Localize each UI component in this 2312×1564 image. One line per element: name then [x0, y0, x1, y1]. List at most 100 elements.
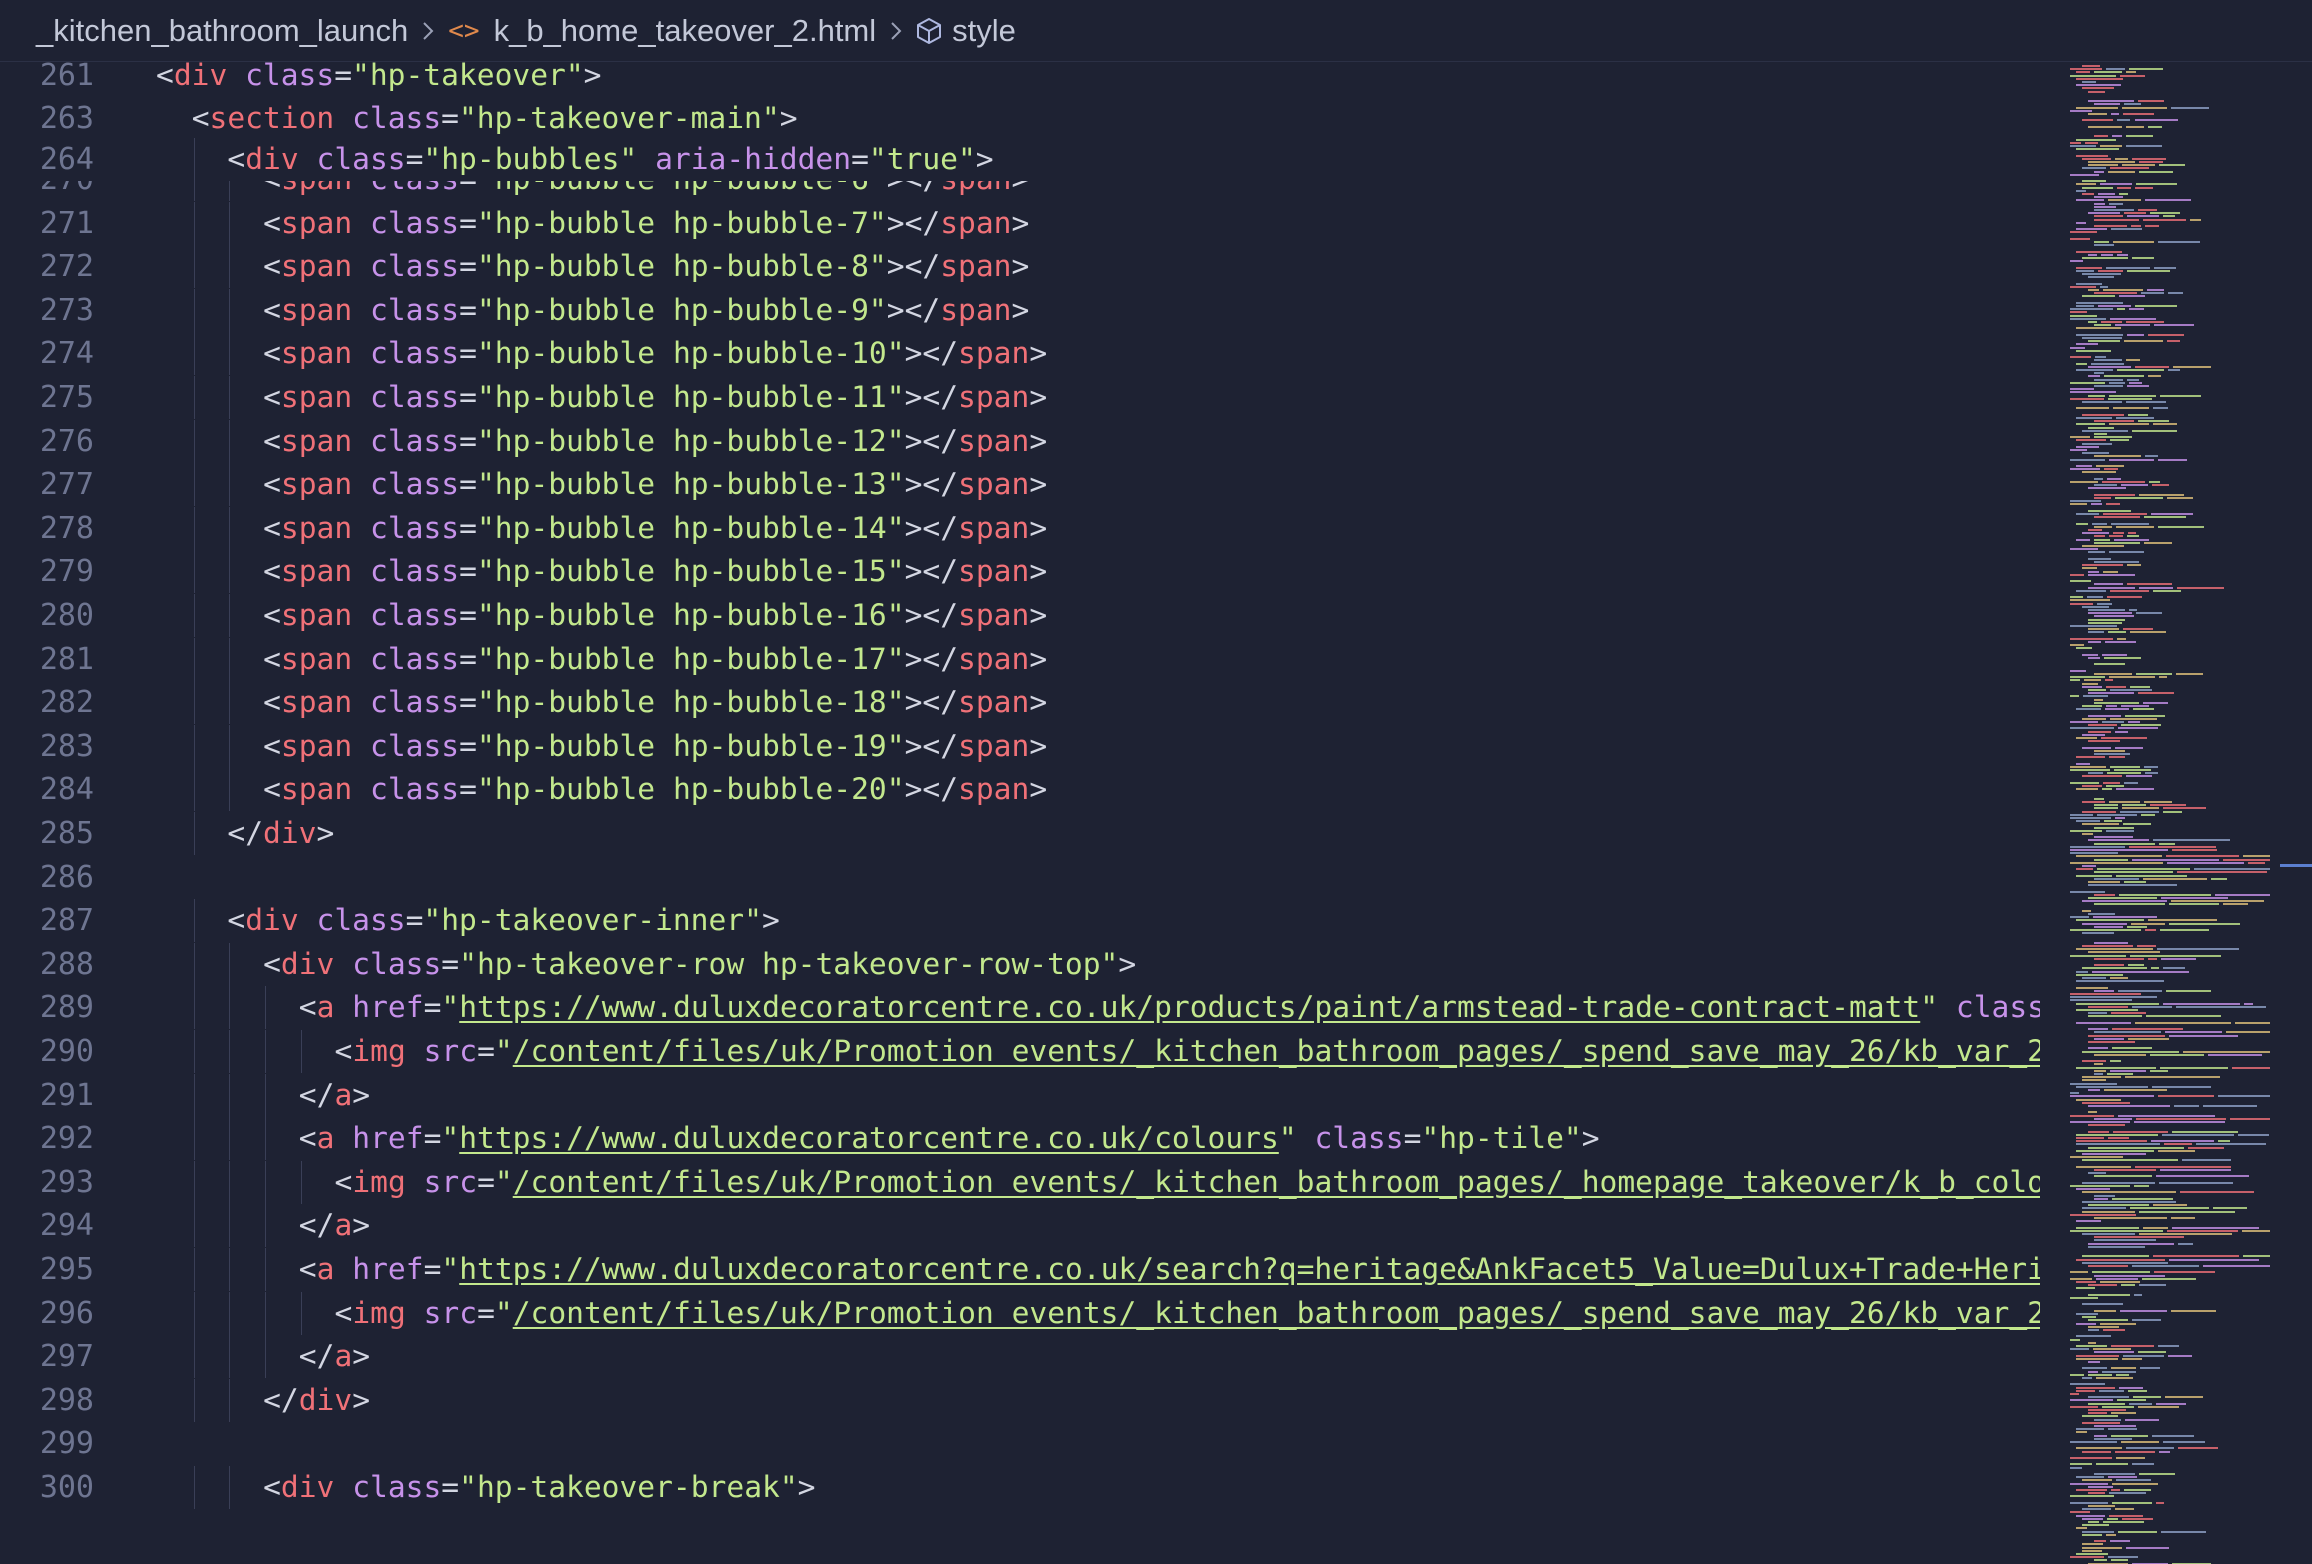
- minimap-line: [2094, 925, 2124, 928]
- token-url[interactable]: https://www.duluxdecoratorcentre.co.uk/c…: [459, 1121, 1279, 1155]
- sticky-scroll-line[interactable]: 263 <section class="hp-takeover-main">: [0, 97, 2040, 140]
- token-pun: <: [191, 101, 210, 135]
- code-line[interactable]: 271 <span class="hp-bubble hp-bubble-7"><…: [0, 201, 2040, 245]
- minimap-line: [2108, 1137, 2130, 1139]
- breadcrumb-folder[interactable]: _kitchen_bathroom_launch: [36, 13, 408, 49]
- code-line[interactable]: 281 <span class="hp-bubble hp-bubble-17">…: [0, 637, 2040, 681]
- code-line[interactable]: 287 <div class="hp-takeover-inner">: [0, 899, 2040, 943]
- code-line[interactable]: 285 </div>: [0, 812, 2040, 855]
- code-line[interactable]: 299: [0, 1422, 2040, 1465]
- minimap-line: [2088, 586, 2135, 589]
- sticky-scroll-line[interactable]: 261 <div class="hp-takeover">: [0, 62, 2040, 97]
- minimap-line: [2094, 893, 2116, 896]
- minimap-line: [2070, 1463, 2092, 1466]
- code-line[interactable]: 272 <span class="hp-bubble hp-bubble-8"><…: [0, 245, 2040, 289]
- code-line[interactable]: 274 <span class="hp-bubble hp-bubble-10">…: [0, 332, 2040, 376]
- token-url[interactable]: /content/files/uk/Promotion events/_kitc…: [513, 1034, 2040, 1068]
- scroll-position-marker[interactable]: [2280, 864, 2312, 867]
- minimap-line: [2076, 1553, 2108, 1555]
- token-pun: <: [263, 554, 281, 589]
- code-line[interactable]: 288 <div class="hp-takeover-row hp-takeov…: [0, 942, 2040, 986]
- minimap-line: [2131, 429, 2177, 432]
- token-url[interactable]: https://www.duluxdecoratorcentre.co.uk/p…: [459, 990, 1920, 1024]
- token-pun: >: [904, 598, 923, 632]
- code-line[interactable]: 292 <a href="https://www.duluxdecoratorce…: [0, 1117, 2040, 1161]
- minimap-line: [2094, 807, 2119, 810]
- token-url[interactable]: /content/files/uk/Promotion events/_kitc…: [513, 1296, 2040, 1330]
- minimap-line: [2158, 1450, 2171, 1453]
- minimap-line: [2112, 1028, 2184, 1031]
- minimap-line: [2070, 1393, 2080, 1395]
- minimap-line: [2094, 1473, 2135, 1475]
- token-pun: <: [263, 249, 281, 284]
- minimap-line: [2108, 394, 2156, 397]
- line-number: 284: [39, 772, 94, 808]
- minimap-line: [2106, 685, 2127, 688]
- token-url[interactable]: https://www.duluxdecoratorcentre.co.uk/s…: [459, 1252, 2040, 1286]
- code-line[interactable]: 294 </a>: [0, 1204, 2040, 1248]
- code-area[interactable]: 269<span class="hp-bubble hp-bubble-5"><…: [0, 62, 2040, 1564]
- code-line[interactable]: 291 </a>: [0, 1073, 2040, 1117]
- minimap-line: [2108, 676, 2156, 679]
- minimap-line: [2118, 1530, 2157, 1533]
- minimap-line: [2152, 1085, 2211, 1088]
- code-line[interactable]: 282 <span class="hp-bubble hp-bubble-18">…: [0, 681, 2040, 725]
- code-line[interactable]: 290 <img src="/content/files/uk/Promotion…: [0, 1030, 2040, 1073]
- minimap-line: [2088, 881, 2120, 883]
- minimap-line: [2124, 714, 2165, 717]
- line-number: 289: [39, 990, 94, 1026]
- code-line[interactable]: 300 <div class="hp-takeover-break">: [0, 1466, 2040, 1509]
- minimap-line: [2088, 1172, 2107, 1175]
- code-line[interactable]: 293 <img src="/content/files/uk/Promotion…: [0, 1160, 2040, 1204]
- minimap-line: [2076, 1431, 2088, 1434]
- code-line[interactable]: 277 <span class="hp-bubble hp-bubble-13">…: [0, 463, 2040, 507]
- code-line[interactable]: 278 <span class="hp-bubble hp-bubble-14">…: [0, 506, 2040, 550]
- code-line[interactable]: 279 <span class="hp-bubble hp-bubble-15">…: [0, 550, 2040, 594]
- code-line[interactable]: 295 <a href="https://www.duluxdecoratorce…: [0, 1248, 2040, 1291]
- code-line[interactable]: 289 <a href="https://www.duluxdecoratorce…: [0, 986, 2040, 1030]
- minimap-line: [2230, 1117, 2270, 1120]
- code-line[interactable]: 296 <img src="/content/files/uk/Promotion…: [0, 1291, 2040, 1335]
- minimap-line: [2111, 135, 2122, 138]
- token-pun: <: [263, 1470, 281, 1504]
- breadcrumb-file[interactable]: k_b_home_takeover_2.html: [494, 13, 877, 49]
- token-pun: >: [779, 101, 798, 135]
- sticky-scroll-line[interactable]: 264 <div class="hp-bubbles" aria-hidden="…: [0, 138, 2040, 181]
- minimap-line: [2070, 1495, 2114, 1498]
- code-line[interactable]: 286: [0, 856, 2040, 899]
- minimap-line: [2105, 679, 2114, 682]
- minimap-line: [2121, 1517, 2153, 1520]
- minimap-line: [2076, 343, 2099, 346]
- minimap-line: [2157, 948, 2240, 951]
- code-line[interactable]: 298 </div>: [0, 1378, 2040, 1422]
- code-editor[interactable]: _kitchen_bathroom_launch < > k_b_home_tak…: [0, 0, 2312, 1564]
- code-line[interactable]: 276 <span class="hp-bubble hp-bubble-12">…: [0, 419, 2040, 463]
- code-line[interactable]: 284 <span class="hp-bubble hp-bubble-20">…: [0, 768, 2040, 812]
- minimap-line: [2094, 1194, 2115, 1197]
- minimap-line: [2088, 394, 2105, 397]
- minimap-line: [2164, 1143, 2193, 1146]
- minimap-line: [2076, 1313, 2099, 1315]
- minimap-line: [2096, 1277, 2138, 1280]
- minimap-line: [2094, 455, 2142, 458]
- minimap[interactable]: [2040, 62, 2312, 1564]
- breadcrumb-symbol[interactable]: style: [952, 13, 1016, 49]
- minimap-line: [2094, 1309, 2117, 1312]
- code-line[interactable]: 297 </a>: [0, 1335, 2040, 1379]
- code-line[interactable]: 275 <span class="hp-bubble hp-bubble-11">…: [0, 376, 2040, 419]
- token-str: "hp-bubble hp-bubble-17": [476, 641, 905, 676]
- token-url[interactable]: /content/files/uk/Promotion events/_kitc…: [513, 1165, 2040, 1199]
- code-text: </a>: [156, 1074, 2040, 1117]
- minimap-line: [2070, 74, 2117, 77]
- code-line[interactable]: 280 <span class="hp-bubble hp-bubble-16">…: [0, 594, 2040, 637]
- minimap-line: [2082, 471, 2116, 474]
- minimap-line: [2241, 1229, 2270, 1232]
- code-text: <span class="hp-bubble hp-bubble-8"></sp…: [156, 245, 2040, 288]
- minimap-line: [2094, 1437, 2132, 1440]
- code-line[interactable]: 273 <span class="hp-bubble hp-bubble-9"><…: [0, 288, 2040, 332]
- minimap-line: [2076, 301, 2124, 304]
- token-pun: =: [459, 554, 477, 589]
- code-line[interactable]: 283 <span class="hp-bubble hp-bubble-19">…: [0, 724, 2040, 768]
- minimap-line: [2070, 317, 2107, 320]
- minimap-line: [2082, 1508, 2111, 1511]
